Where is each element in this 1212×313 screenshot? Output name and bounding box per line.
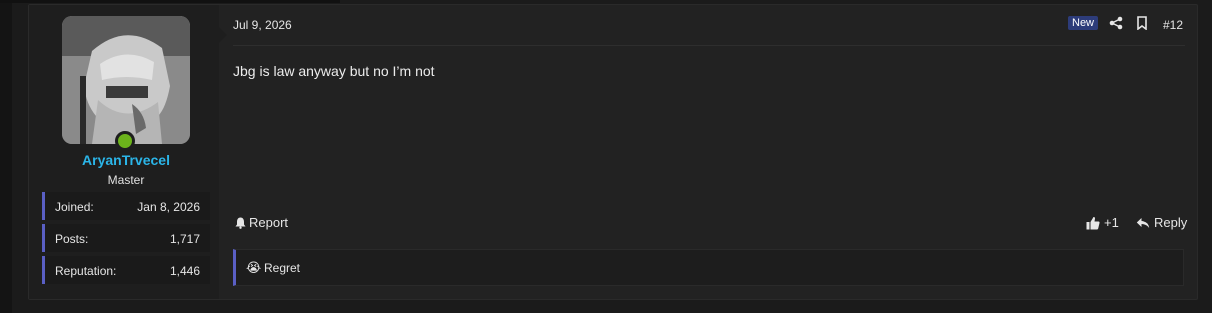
post-number-link[interactable]: #12	[1163, 18, 1183, 32]
avatar[interactable]	[62, 16, 190, 144]
stat-value: Jan 8, 2026	[137, 200, 200, 214]
divider	[0, 0, 340, 3]
stat-value: 1,446	[169, 264, 200, 278]
reaction-emoji: 😭	[246, 260, 262, 275]
stat-label: Reputation:	[55, 264, 117, 278]
page-edge	[0, 0, 12, 313]
bell-icon	[235, 217, 246, 229]
report-button[interactable]: Report	[235, 215, 288, 230]
user-info-panel: AryanTrvecel Master Joined: Jan 8, 2026 …	[29, 5, 219, 299]
stat-reputation: Reputation: 1,446	[42, 256, 210, 284]
user-title: Master	[107, 173, 145, 187]
reply-label: Reply	[1154, 215, 1188, 230]
thumbs-up-icon	[1086, 216, 1100, 229]
post-date-link[interactable]: Jul 9, 2026	[233, 18, 292, 32]
username-link[interactable]: AryanTrvecel	[29, 152, 223, 168]
post-message: Jbg is law anyway but no I’m not	[233, 63, 435, 79]
reply-button[interactable]: Reply	[1136, 215, 1187, 230]
online-status-indicator	[115, 131, 135, 151]
reaction-label[interactable]: Regret	[264, 261, 300, 275]
stat-label: Posts:	[55, 232, 89, 246]
bookmark-icon[interactable]	[1136, 16, 1148, 31]
stat-label: Joined:	[55, 200, 94, 214]
post-card: AryanTrvecel Master Joined: Jan 8, 2026 …	[28, 4, 1198, 300]
user-panel-arrow	[219, 27, 227, 43]
stat-joined: Joined: Jan 8, 2026	[42, 192, 210, 220]
share-icon[interactable]	[1109, 16, 1123, 30]
report-label: Report	[249, 215, 289, 230]
stat-value[interactable]: 1,717	[170, 232, 200, 246]
divider	[233, 45, 1185, 46]
like-button[interactable]: +1	[1086, 215, 1119, 230]
reactions-bar[interactable]: 😭 Regret	[233, 249, 1184, 286]
like-count: +1	[1104, 215, 1119, 230]
stat-posts: Posts: 1,717	[42, 224, 210, 252]
reply-icon	[1136, 217, 1150, 228]
new-badge: New	[1068, 16, 1099, 30]
